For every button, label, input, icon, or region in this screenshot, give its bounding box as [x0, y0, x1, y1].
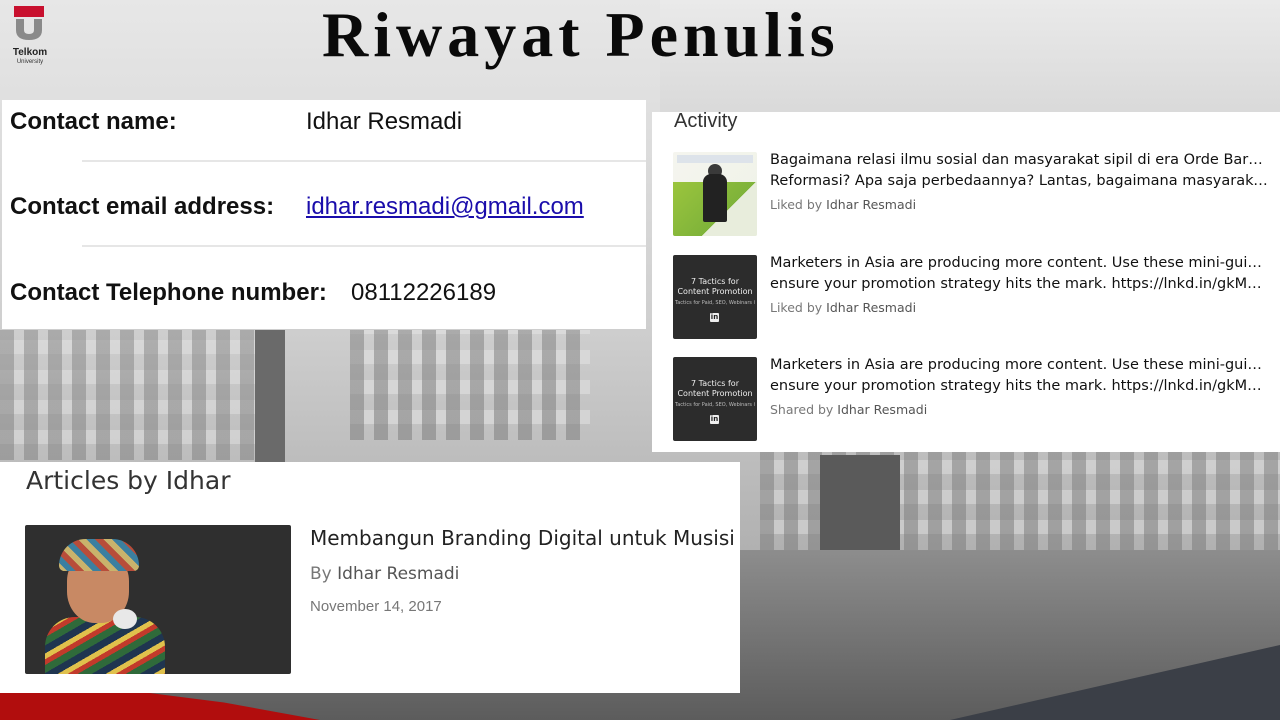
thumb-line: 7 Tactics for — [691, 277, 739, 286]
logo-subtitle: University — [16, 59, 44, 65]
linkedin-icon: in — [710, 415, 719, 424]
contact-name-value: Idhar Resmadi — [306, 108, 463, 135]
contact-phone-label: Contact Telephone number: — [10, 279, 327, 306]
activity-item-text[interactable]: Marketers in Asia are producing more con… — [770, 253, 1270, 295]
activity-item-text[interactable]: Bagaimana relasi ilmu sosial dan masyara… — [770, 150, 1270, 192]
activity-text-line: Marketers in Asia are producing more con… — [770, 255, 1270, 271]
contact-email-link[interactable]: idhar.resmadi@gmail.com — [306, 193, 584, 221]
thumb-line: Content Promotion — [677, 287, 753, 296]
activity-text-line: Bagaimana relasi ilmu sosial dan masyara… — [770, 152, 1270, 168]
activity-meta: Liked by Idhar Resmadi — [770, 300, 916, 315]
thumb-line: 7 Tactics for — [691, 379, 739, 388]
promo-thumbnail-icon[interactable]: 7 Tactics for Content Promotion Tactics f… — [673, 357, 757, 441]
activity-meta: Shared by Idhar Resmadi — [770, 402, 927, 417]
activity-item[interactable]: Bagaimana relasi ilmu sosial dan masyara… — [673, 152, 1273, 236]
activity-panel: Activity Bagaimana relasi ilmu sosial da… — [652, 110, 1280, 452]
activity-text-line: ensure your promotion strategy hits the … — [770, 378, 1270, 394]
article-date: November 14, 2017 — [310, 598, 442, 615]
activity-meta-author[interactable]: Idhar Resmadi — [837, 402, 927, 417]
thumb-subtitle: Tactics for Paid, SEO, Webinars & More — [675, 300, 755, 306]
linkedin-icon: in — [710, 313, 719, 322]
promo-thumbnail-icon[interactable]: 7 Tactics for Content Promotion Tactics f… — [673, 255, 757, 339]
divider — [82, 245, 646, 247]
activity-text-line: Marketers in Asia are producing more con… — [770, 357, 1270, 373]
contact-phone-value: 08112226189 — [351, 279, 497, 306]
activity-meta-prefix: Liked by — [770, 300, 823, 315]
activity-item[interactable]: 7 Tactics for Content Promotion Tactics f… — [673, 357, 1273, 441]
contact-name-row: Contact name: Idhar Resmadi — [10, 108, 462, 136]
event-poster-thumbnail-icon[interactable] — [673, 152, 757, 236]
page-title: Riwayat Penulis — [322, 0, 840, 70]
article-author-link[interactable]: Idhar Resmadi — [337, 564, 459, 584]
activity-meta-author[interactable]: Idhar Resmadi — [826, 300, 916, 315]
telkom-logo-icon — [14, 6, 44, 40]
contact-card: Contact name: Idhar Resmadi Contact emai… — [2, 100, 646, 329]
contact-phone-row: Contact Telephone number: 08112226189 — [10, 279, 496, 307]
activity-text-line: Reformasi? Apa saja perbedaannya? Lantas… — [770, 173, 1270, 189]
article-title-link[interactable]: Membangun Branding Digital untuk Musisi — [310, 526, 735, 550]
logo-wordmark: Telkom — [12, 47, 48, 58]
activity-meta: Liked by Idhar Resmadi — [770, 197, 916, 212]
telkom-university-logo: Telkom University — [8, 6, 52, 66]
article-thumbnail-image[interactable] — [25, 525, 291, 674]
thumb-subtitle: Tactics for Paid, SEO, Webinars & More — [675, 402, 755, 408]
activity-item[interactable]: 7 Tactics for Content Promotion Tactics f… — [673, 255, 1273, 339]
article-byline: By Idhar Resmadi — [310, 564, 459, 584]
activity-heading: Activity — [674, 110, 738, 132]
article-by-prefix: By — [310, 564, 332, 584]
contact-name-label: Contact name: — [10, 108, 177, 135]
activity-meta-author[interactable]: Idhar Resmadi — [826, 197, 916, 212]
activity-item-text[interactable]: Marketers in Asia are producing more con… — [770, 355, 1270, 397]
contact-email-label: Contact email address: — [10, 193, 275, 220]
contact-email-row: Contact email address: idhar.resmadi@gma… — [10, 193, 584, 221]
thumb-line: Content Promotion — [677, 389, 753, 398]
activity-meta-prefix: Shared by — [770, 402, 834, 417]
activity-meta-prefix: Liked by — [770, 197, 823, 212]
articles-heading: Articles by Idhar — [26, 466, 231, 495]
activity-text-line: ensure your promotion strategy hits the … — [770, 276, 1270, 292]
articles-panel: Articles by Idhar Membangun Branding Dig… — [0, 462, 740, 693]
divider — [82, 160, 646, 162]
